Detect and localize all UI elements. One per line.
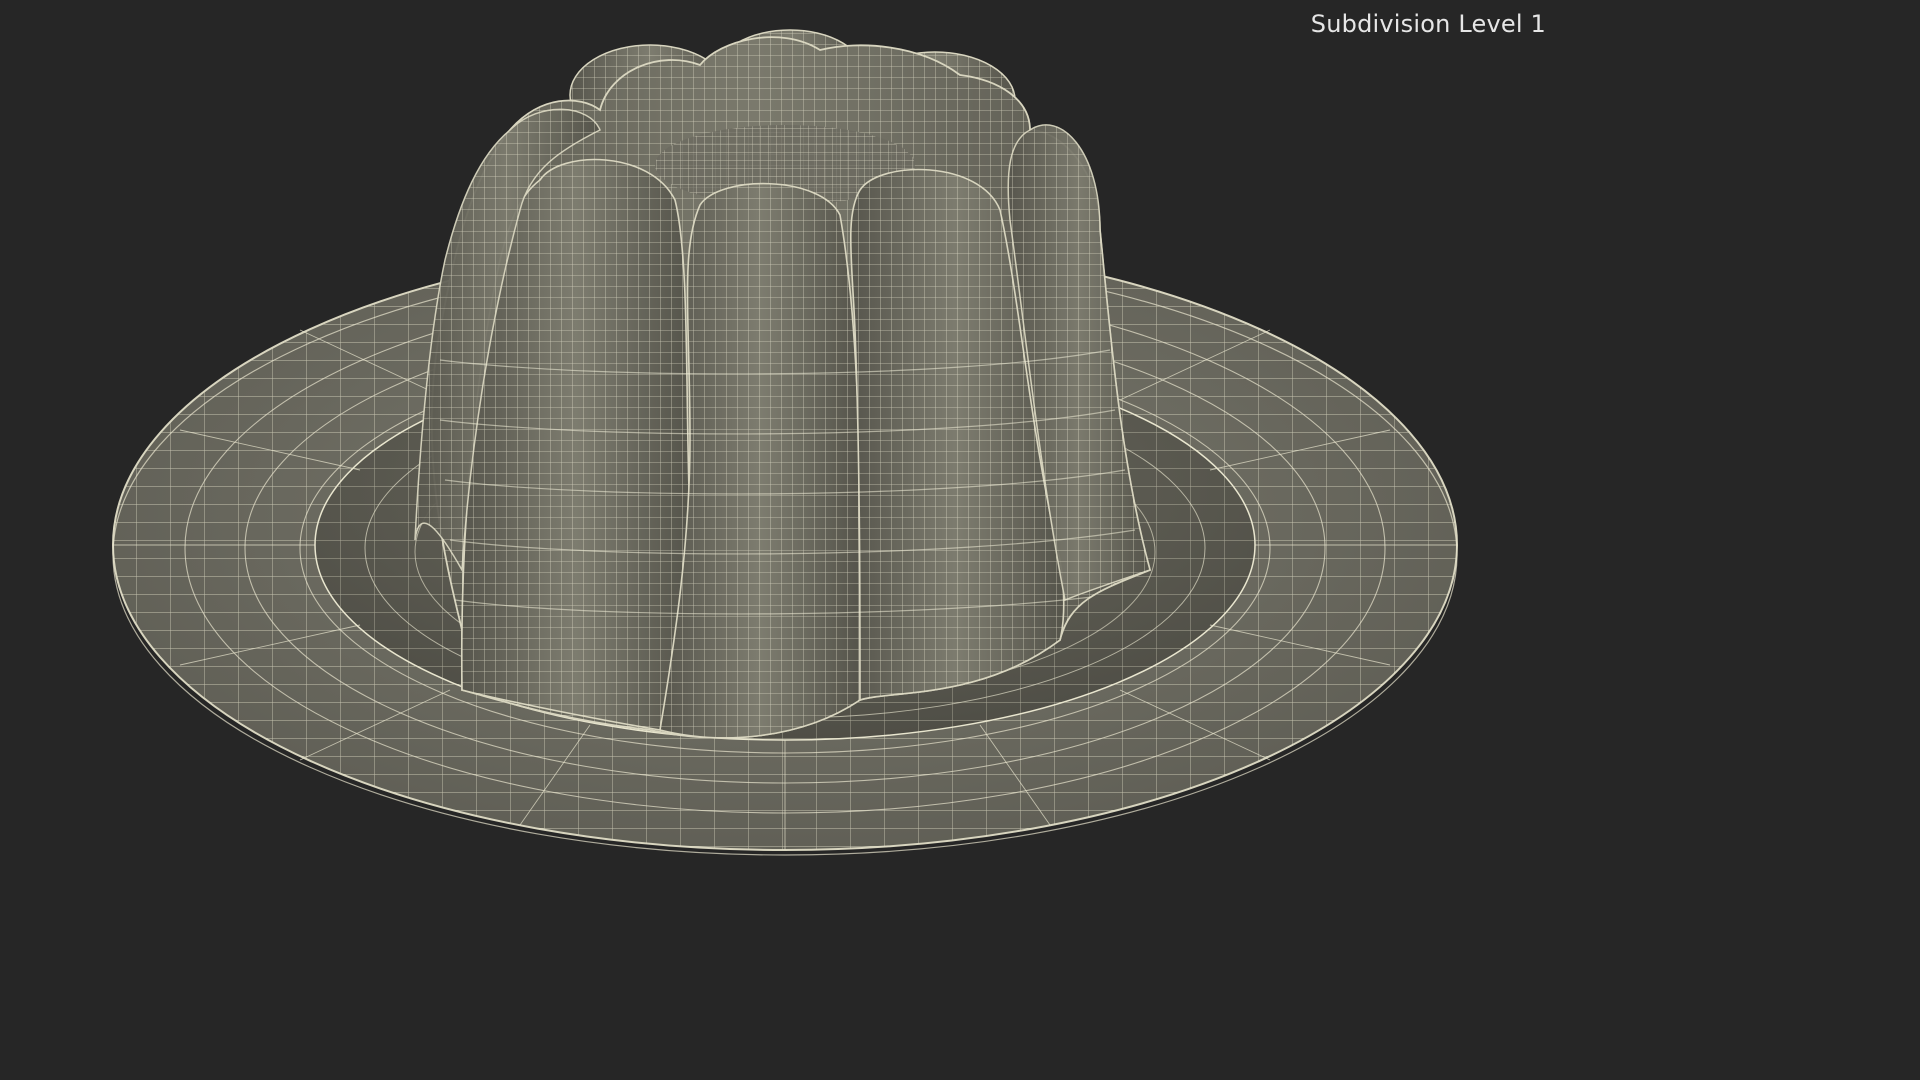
viewport-render xyxy=(112,29,1458,856)
subdivision-level-label: Subdivision Level 1 xyxy=(1310,10,1546,38)
